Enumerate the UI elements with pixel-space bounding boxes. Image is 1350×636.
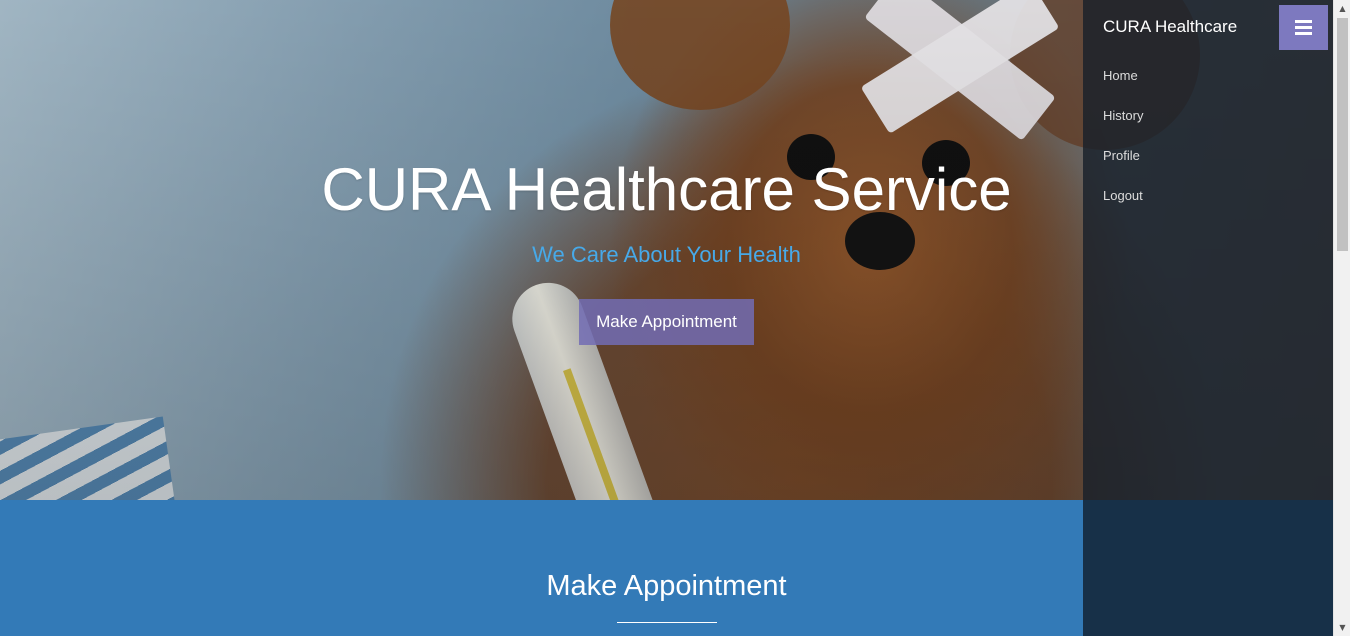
scroll-up-icon[interactable]: ▲ [1334,0,1350,17]
sidebar-brand[interactable]: CURA Healthcare [1103,17,1237,37]
sidebar-item-logout[interactable]: Logout [1103,188,1143,203]
menu-toggle-button[interactable] [1279,5,1328,50]
section-divider [617,622,717,623]
sidebar-menu-lower [1083,500,1333,636]
sidebar-item-history[interactable]: History [1103,108,1143,123]
sidebar-item-profile[interactable]: Profile [1103,148,1140,163]
page: CURA Healthcare Service We Care About Yo… [0,0,1333,636]
make-appointment-button[interactable]: Make Appointment [579,299,754,345]
vertical-scrollbar[interactable]: ▲ ▼ [1333,0,1350,636]
sidebar-item-home[interactable]: Home [1103,68,1138,83]
scrollbar-thumb[interactable] [1337,18,1348,251]
scroll-down-icon[interactable]: ▼ [1334,619,1350,636]
